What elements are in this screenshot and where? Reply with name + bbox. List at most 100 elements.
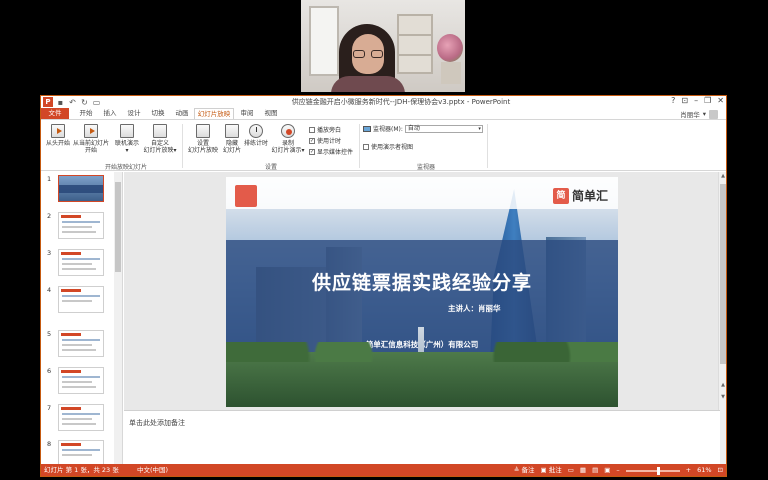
show-media-controls-checkbox[interactable]: ✓ 显示媒体控件 [309,147,353,156]
slideshow-view-icon[interactable]: ▣ [604,464,610,476]
slide-speaker: 主讲人：肖丽华 [448,304,501,313]
slide-editing-area: 简 简单汇 供应链票据实践经验分享 主讲人：肖丽华 简单汇信息科技（广州）有限公… [124,172,720,410]
group-separator [359,124,360,168]
play-icon [84,124,98,138]
avatar [709,109,718,119]
reading-view-icon[interactable]: ▤ [592,464,598,476]
slide-thumbnail[interactable]: 5 [45,330,119,360]
tab-view[interactable]: 视图 [260,108,282,119]
thumbnails-scrollbar[interactable] [114,172,122,464]
comments-button[interactable]: ▣ 批注 [541,464,562,476]
scrollbar-thumb[interactable] [115,182,121,272]
slide-thumbnail[interactable]: 2 [45,212,119,242]
zoom-in-icon[interactable]: + [686,464,691,476]
zoom-level[interactable]: 61% [697,464,711,476]
slide-thumbnail[interactable]: 8 [45,440,119,464]
restore-button[interactable]: ❐ [704,96,711,105]
checkbox-box [363,143,369,150]
setup-slideshow-icon [196,124,210,138]
status-bar: 幻灯片 第 1 张，共 23 张 中文(中国) ≜ 备注 ▣ 批注 ▭ ▦ ▤ … [41,464,726,476]
webcam-flowers [437,34,463,62]
tab-insert[interactable]: 插入 [99,108,121,119]
slide-thumbnail[interactable]: 1 [45,175,119,205]
window-controls: ? ⊡ – ❐ ✕ [671,96,724,105]
language-indicator[interactable]: 中文(中国) [137,464,168,476]
play-icon [51,124,65,138]
powerpoint-window: P ▪ ↶ ↻ ▭ 供应链金融开启小微服务新时代--JDH-保理协会v3.ppt… [40,95,727,477]
webcam-video [301,0,465,92]
close-button[interactable]: ✕ [717,96,724,105]
group-separator [487,124,488,168]
tab-review[interactable]: 审阅 [236,108,258,119]
fit-slide-icon[interactable]: ⊡ [718,464,723,476]
user-account[interactable]: 肖丽华 ▾ [680,109,718,119]
rehearse-timings-button[interactable]: 排练计时 [243,124,269,147]
slide-thumbnail[interactable]: 3 [45,249,119,279]
group-label-monitors: 监视器 [416,164,435,171]
from-current-slide-button[interactable]: 从当前幻灯片 开始 [71,124,111,154]
slide-thumbnail[interactable]: 7 [45,404,119,434]
tab-transitions[interactable]: 切换 [147,108,169,119]
custom-slideshow-button[interactable]: 自定义 幻灯片放映▾ [141,124,179,154]
slide-thumbnail[interactable]: 6 [45,367,119,397]
scrollbar-thumb[interactable] [720,184,726,364]
zoom-out-icon[interactable]: – [616,464,619,476]
scroll-up-icon[interactable]: ▲ [719,173,726,179]
minimize-button[interactable]: – [694,96,698,105]
tab-home[interactable]: 开始 [75,108,97,119]
monitor-control: 监视器(M): 自动 [363,124,483,133]
webcam-person-glasses [353,50,383,58]
thumbnail-image [58,330,104,357]
tab-animations[interactable]: 动画 [171,108,193,119]
redo-icon[interactable]: ↻ [80,98,89,107]
clock-icon [249,124,263,138]
slide-counter: 幻灯片 第 1 张，共 23 张 [44,466,119,474]
status-bar-right: ≜ 备注 ▣ 批注 ▭ ▦ ▤ ▣ – + 61% ⊡ [514,464,723,476]
slide-thumbnail[interactable]: 4 [45,286,119,316]
from-start-button[interactable]: 从头开始 [44,124,72,147]
slide-title: 供应链票据实践经验分享 [311,272,532,294]
slide-sorter-icon[interactable]: ▦ [580,464,586,476]
notes-pane[interactable]: 单击此处添加备注 [124,410,720,464]
custom-slideshow-icon [153,124,167,138]
tab-slideshow[interactable]: 幻灯片放映 [194,108,234,119]
hide-slide-button[interactable]: 隐藏 幻灯片 [219,124,245,154]
webcam-window [309,6,339,76]
help-button[interactable]: ? [671,96,675,105]
monitor-select[interactable]: 自动 [404,124,483,133]
company-logo: 简 简单汇 [552,187,608,204]
slideshow-icon[interactable]: ▭ [92,98,101,107]
undo-icon[interactable]: ↶ [68,98,77,107]
user-name: 肖丽华 [680,111,700,119]
record-slideshow-button[interactable]: 录制 幻灯片演示▾ [269,124,307,154]
powerpoint-app-icon[interactable]: P [43,97,53,107]
notes-placeholder: 单击此处添加备注 [129,419,185,427]
normal-view-icon[interactable]: ▭ [568,464,574,476]
play-narrations-checkbox[interactable]: 播放旁白 [309,125,341,134]
setup-slideshow-button[interactable]: 设置 幻灯片放映 [185,124,221,154]
title-bar: P ▪ ↶ ↻ ▭ 供应链金融开启小微服务新时代--JDH-保理协会v3.ppt… [41,96,726,108]
checkbox-checked: ✓ [309,148,315,155]
presenter-view-checkbox[interactable]: 使用演示者视图 [363,142,413,151]
ribbon-tabs: 文件 开始 插入 设计 切换 动画 幻灯片放映 审阅 视图 肖丽华 ▾ [41,108,726,119]
tab-file[interactable]: 文件 [41,108,69,119]
save-icon[interactable]: ▪ [56,98,65,107]
slide-thumbnails-pane: 1 2 3 4 5 6 7 8 [41,172,123,464]
next-slide-icon[interactable]: ▼ [719,394,726,400]
quick-access-toolbar: P ▪ ↶ ↻ ▭ [43,97,101,107]
record-icon [281,124,295,138]
current-slide[interactable]: 简 简单汇 供应链票据实践经验分享 主讲人：肖丽华 简单汇信息科技（广州）有限公… [226,177,618,407]
present-online-button[interactable]: 联机演示 ▾ [113,124,141,154]
notes-button[interactable]: ≜ 备注 [514,464,535,476]
previous-slide-icon[interactable]: ▲ [719,382,726,388]
present-online-icon [120,124,134,138]
tab-design[interactable]: 设计 [123,108,145,119]
checkbox-box [309,126,315,133]
webcam-shelf [397,14,433,74]
zoom-slider-knob[interactable] [657,466,661,475]
use-timings-checkbox[interactable]: ✓ 使用计时 [309,136,341,145]
ribbon-display-button[interactable]: ⊡ [681,96,688,105]
screen: P ▪ ↶ ↻ ▭ 供应链金融开启小微服务新时代--JDH-保理协会v3.ppt… [0,0,768,480]
thumbnail-image [58,249,104,276]
zoom-slider[interactable] [625,466,680,475]
